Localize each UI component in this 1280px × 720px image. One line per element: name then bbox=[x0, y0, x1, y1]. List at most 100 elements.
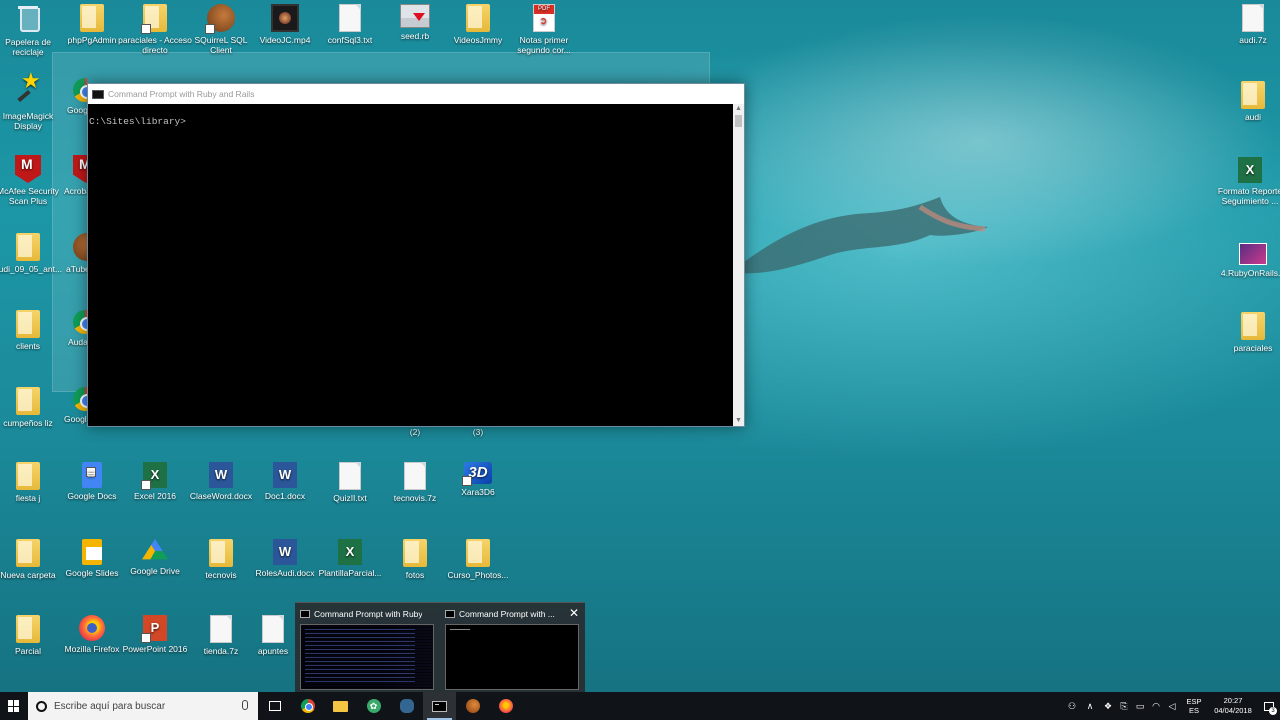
preview-title-text: Command Prompt with Ruby a... bbox=[314, 609, 422, 619]
action-center-button[interactable]: 3 bbox=[1258, 692, 1280, 720]
desktop-icon-formato-reporte[interactable]: X Formato Reporte Seguimiento ... bbox=[1212, 157, 1280, 206]
desktop-icon-label: aTube bbox=[66, 264, 87, 274]
start-button[interactable] bbox=[0, 692, 28, 720]
language-region: ES bbox=[1188, 706, 1199, 715]
desktop-icon-googl-partial[interactable]: Googl bbox=[55, 387, 87, 424]
desktop-icon-plantillaparcial[interactable]: X PlantillaParcial... bbox=[313, 539, 387, 578]
excel-icon: X bbox=[338, 539, 362, 565]
desktop-icon-notas-pdf[interactable]: Notas primer segundo cor... bbox=[507, 4, 581, 55]
scroll-up-icon[interactable]: ▲ bbox=[733, 104, 744, 114]
close-icon[interactable]: ✕ bbox=[569, 606, 579, 620]
taskbar-green-app[interactable]: ✿ bbox=[357, 692, 390, 720]
taskbar-cmd[interactable] bbox=[423, 692, 456, 720]
desktop-icon-powerpoint[interactable]: P PowerPoint 2016 bbox=[118, 615, 192, 654]
chrome-icon bbox=[300, 699, 315, 713]
desktop-icon-label: QuizII.txt bbox=[333, 493, 367, 503]
wallpaper-mermaid-tail bbox=[740, 197, 988, 274]
desktop-icon-acrobat-partial[interactable]: Acroba bbox=[55, 155, 87, 196]
microphone-icon[interactable] bbox=[242, 700, 248, 710]
word-icon: W bbox=[209, 462, 233, 488]
desktop-icon-xara3d6[interactable]: 3D Xara3D6 bbox=[441, 462, 515, 497]
desktop-icon-label: PlantillaParcial... bbox=[318, 568, 382, 578]
notification-count: 3 bbox=[1269, 707, 1277, 715]
system-tray: ⚇ ∧ ❖ ⎘ ▭ ◠ ◁ ESP ES 20:27 04/04/2018 3 bbox=[1064, 692, 1280, 720]
desktop-icon-label: paraciales - Acceso directo bbox=[118, 35, 192, 55]
folder-icon bbox=[16, 310, 40, 338]
search-placeholder: Escribe aquí para buscar bbox=[54, 700, 166, 712]
desktop-icon-squirrel[interactable]: SQuirreL SQL Client bbox=[184, 4, 258, 55]
desktop-icon-google-partial[interactable]: Goog bbox=[55, 78, 87, 115]
desktop-icon-label: VideosJmmy bbox=[453, 35, 503, 45]
desktop-icon-confsql3[interactable]: confSql3.txt bbox=[313, 4, 387, 45]
cmd-window-icon bbox=[92, 89, 104, 99]
battery-icon[interactable]: ▭ bbox=[1132, 692, 1148, 720]
folder-icon bbox=[466, 4, 490, 32]
preview-card-1[interactable]: Command Prompt with Ruby a... bbox=[295, 603, 440, 693]
preview-card-2[interactable]: Command Prompt with ... ✕ bbox=[440, 603, 585, 693]
google-icon bbox=[73, 78, 87, 102]
desktop-icon-audi[interactable]: audi bbox=[1216, 81, 1280, 122]
clock[interactable]: 20:27 04/04/2018 bbox=[1208, 696, 1258, 716]
desktop-icon-label: Curso_Photos... bbox=[447, 570, 509, 580]
cmd-scrollbar[interactable]: ▲ ▼ bbox=[733, 104, 744, 426]
cmd-console[interactable]: C:\Sites\library> bbox=[88, 104, 733, 426]
desktop-icon-label: tienda.7z bbox=[203, 646, 239, 656]
dropbox-icon[interactable]: ❖ bbox=[1100, 692, 1116, 720]
desktop-icon-label: audi bbox=[1244, 112, 1262, 122]
cmd-window[interactable]: Command Prompt with Ruby and Rails C:\Si… bbox=[87, 83, 745, 427]
task-view-button[interactable] bbox=[258, 692, 291, 720]
chevron-up-icon[interactable]: ∧ bbox=[1080, 692, 1100, 720]
taskbar-file-explorer[interactable] bbox=[324, 692, 357, 720]
cmd-icon bbox=[445, 610, 455, 618]
desktop-icon-label: Xara3D6 bbox=[461, 487, 495, 497]
desktop-icon-claseword[interactable]: W ClaseWord.docx bbox=[184, 462, 258, 501]
desktop-icon-audacity-partial[interactable]: Auda bbox=[55, 310, 87, 347]
desktop-icon-quizii[interactable]: QuizII.txt bbox=[313, 462, 387, 503]
desktop-icon-excel-2016[interactable]: X Excel 2016 bbox=[118, 462, 192, 501]
wifi-icon[interactable]: ◠ bbox=[1148, 692, 1164, 720]
atube-icon bbox=[73, 233, 87, 261]
people-icon[interactable]: ⚇ bbox=[1064, 692, 1080, 720]
preview-thumbnail-2[interactable] bbox=[445, 624, 579, 690]
taskbar-search[interactable]: Escribe aquí para buscar bbox=[28, 692, 258, 720]
desktop-icon-videojc[interactable]: VideoJC.mp4 bbox=[248, 4, 322, 45]
taskbar-firefox[interactable] bbox=[489, 692, 522, 720]
volume-icon[interactable]: ◁ bbox=[1164, 692, 1180, 720]
desktop-icon-paraciales-shortcut[interactable]: paraciales - Acceso directo bbox=[118, 4, 192, 55]
desktop-icon-rolesaudi[interactable]: W RolesAudi.docx bbox=[248, 539, 322, 578]
desktop-icon-label: Formato Reporte Seguimiento ... bbox=[1217, 186, 1280, 206]
desktop-icon-tienda-7z[interactable]: tienda.7z bbox=[184, 615, 258, 656]
folder-icon bbox=[1241, 81, 1265, 109]
desktop-icon-videosjmmy[interactable]: VideosJmmy bbox=[441, 4, 515, 45]
video-icon bbox=[271, 4, 299, 32]
chrome-icon bbox=[73, 387, 87, 411]
mcafee-icon bbox=[15, 155, 41, 183]
desktop-icon-tecnovis[interactable]: tecnovis bbox=[184, 539, 258, 580]
folder-shortcut-icon bbox=[141, 4, 167, 34]
scroll-thumb[interactable] bbox=[735, 115, 742, 127]
taskbar-squirrel[interactable] bbox=[456, 692, 489, 720]
recycle-bin-icon bbox=[15, 4, 41, 34]
desktop-icon-doc1[interactable]: W Doc1.docx bbox=[248, 462, 322, 501]
desktop-icon-label: PowerPoint 2016 bbox=[122, 644, 188, 654]
language-indicator[interactable]: ESP ES bbox=[1180, 697, 1208, 715]
desktop-icon-curso-photos[interactable]: Curso_Photos... bbox=[441, 539, 515, 580]
cmd-icon bbox=[300, 610, 310, 618]
preview-title-2: Command Prompt with ... bbox=[445, 607, 567, 621]
desktop-icon-label: SQuirreL SQL Client bbox=[194, 35, 248, 55]
desktop-icon-audi-7z[interactable]: audi.7z bbox=[1216, 4, 1280, 45]
desktop-icon-paraciales[interactable]: paraciales bbox=[1216, 312, 1280, 353]
usb-icon[interactable]: ⎘ bbox=[1116, 692, 1132, 720]
app-icon: ✿ bbox=[366, 699, 381, 713]
desktop-icon-google-drive[interactable]: Google Drive bbox=[118, 539, 192, 576]
word-icon: W bbox=[273, 539, 297, 565]
taskbar-postgres[interactable] bbox=[390, 692, 423, 720]
desktop-icon-apuntes[interactable]: apuntes bbox=[248, 615, 298, 656]
scroll-down-icon[interactable]: ▼ bbox=[733, 416, 744, 426]
imagemagick-icon bbox=[15, 76, 41, 108]
cmd-titlebar[interactable]: Command Prompt with Ruby and Rails bbox=[88, 84, 744, 104]
desktop-icon-atube-partial[interactable]: aTube bbox=[55, 233, 87, 274]
preview-thumbnail-1[interactable] bbox=[300, 624, 434, 690]
desktop-icon-rubyonrails[interactable]: 4.RubyOnRails... bbox=[1216, 243, 1280, 278]
taskbar-chrome[interactable] bbox=[291, 692, 324, 720]
